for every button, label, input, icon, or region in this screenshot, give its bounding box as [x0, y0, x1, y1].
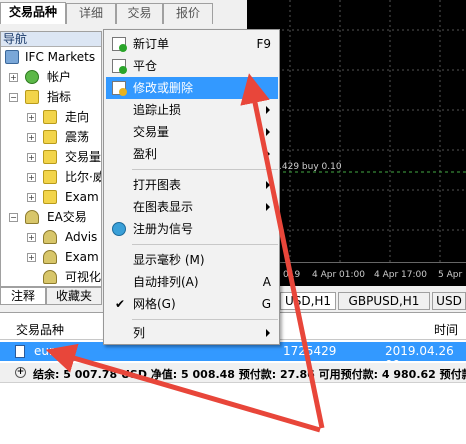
annotation-arrows — [45, 73, 325, 433]
arrow-to-modify — [240, 73, 325, 429]
arrow-to-eurusd — [45, 343, 321, 433]
